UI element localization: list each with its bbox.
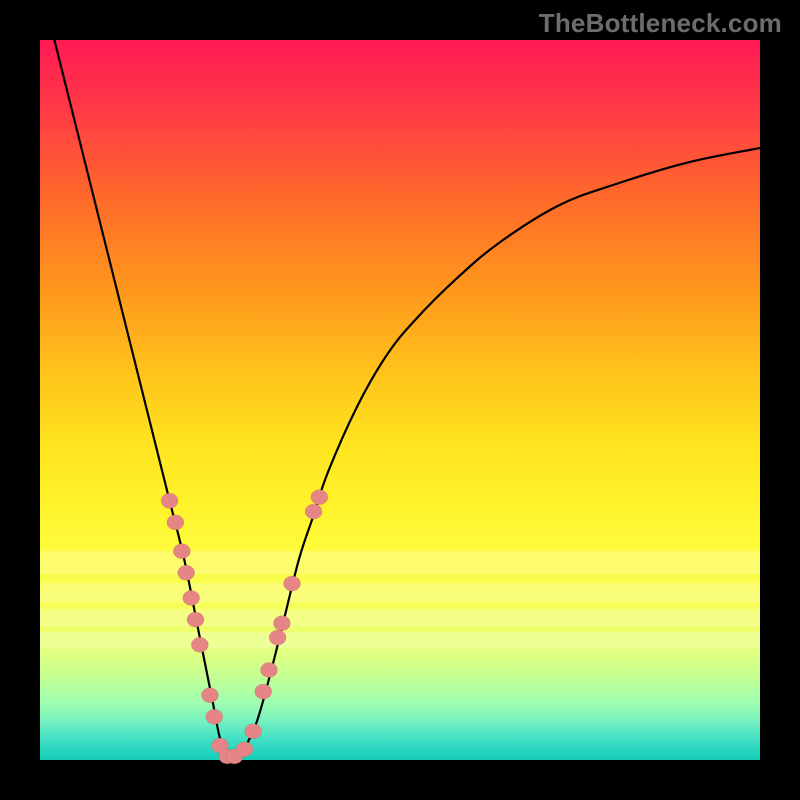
data-point [191, 637, 208, 652]
data-point [269, 630, 286, 645]
data-point [305, 504, 322, 519]
data-point [273, 616, 290, 631]
data-points [161, 490, 328, 764]
data-point [284, 576, 301, 591]
watermark-text: TheBottleneck.com [539, 8, 782, 39]
data-point [255, 684, 272, 699]
data-point [178, 565, 195, 580]
data-point [187, 612, 204, 627]
plot-area [40, 40, 760, 760]
data-point [201, 688, 218, 703]
data-point [311, 490, 328, 505]
data-point [173, 544, 190, 559]
chart-svg [40, 40, 760, 760]
bottleneck-curve [54, 40, 760, 760]
data-point [206, 709, 223, 724]
data-point [183, 591, 200, 606]
data-point [167, 515, 184, 530]
data-point [236, 742, 253, 757]
data-point [260, 663, 277, 678]
data-point [161, 493, 178, 508]
chart-frame: TheBottleneck.com [0, 0, 800, 800]
data-point [245, 724, 262, 739]
